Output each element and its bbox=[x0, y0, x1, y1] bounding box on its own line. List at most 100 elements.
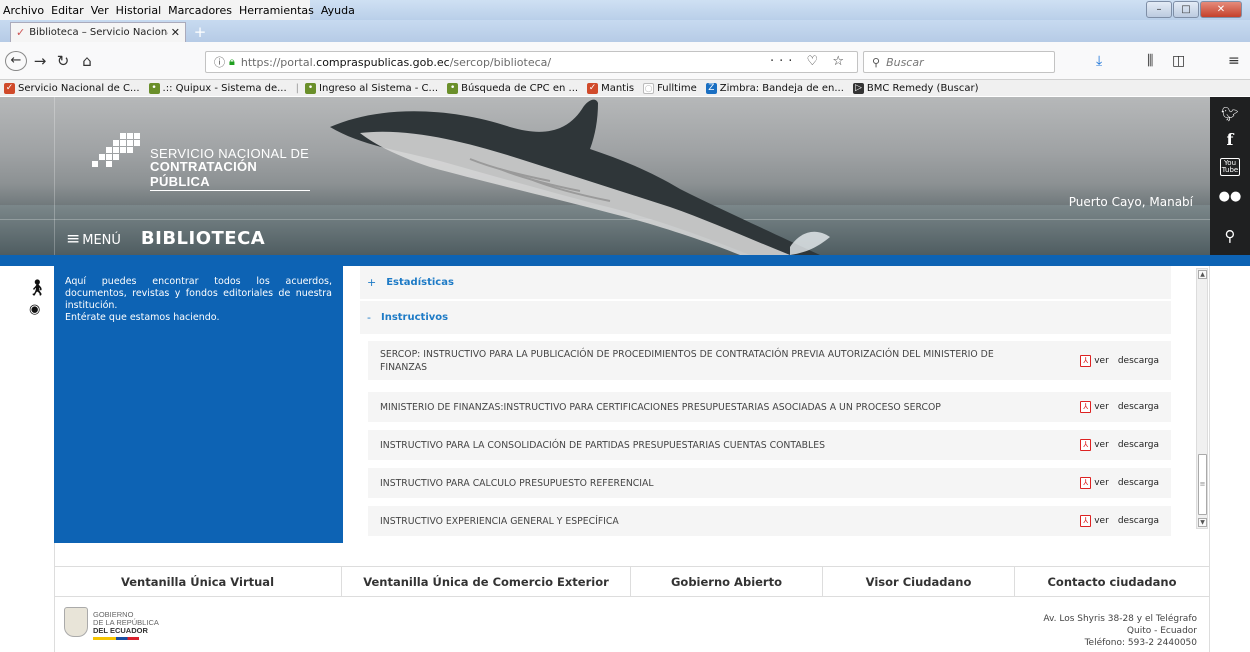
footer-link-visor-ciudadano[interactable]: Visor Ciudadano bbox=[823, 567, 1015, 596]
expand-icon: + bbox=[367, 276, 377, 289]
sercop-logo-icon bbox=[92, 133, 140, 167]
flag-stripe bbox=[93, 637, 139, 640]
twitter-icon[interactable]: 🐦︎ bbox=[1210, 107, 1250, 123]
address-line-2: Quito - Ecuador bbox=[1126, 626, 1197, 636]
search-icon: ⚲ bbox=[872, 55, 881, 69]
bookmark-favicon-icon: ✓ bbox=[587, 82, 599, 94]
view-link[interactable]: ver bbox=[1094, 356, 1109, 366]
bookmark-item[interactable]: • Ingreso al Sistema - C... bbox=[305, 82, 438, 94]
blue-divider bbox=[0, 255, 1250, 266]
document-actions: ⅄ ver descarga bbox=[1080, 515, 1159, 527]
download-link[interactable]: descarga bbox=[1118, 402, 1159, 412]
scroll-up-icon[interactable]: ▲ bbox=[1198, 270, 1207, 279]
bookmark-item[interactable]: ✓ Servicio Nacional de C... bbox=[4, 82, 140, 94]
sercop-logo[interactable]: SERVICIO NACIONAL DE CONTRATACIÓN PÚBLIC… bbox=[90, 133, 310, 191]
footer: GOBIERNO DE LA REPÚBLICA DEL ECUADOR Av.… bbox=[54, 597, 1209, 652]
menu-marcadores[interactable]: Marcadores bbox=[168, 4, 232, 17]
view-link[interactable]: ver bbox=[1094, 440, 1109, 450]
back-button[interactable]: ← bbox=[5, 51, 27, 71]
bookmark-item[interactable]: • Búsqueda de CPC en ... bbox=[447, 82, 578, 94]
menu-editar[interactable]: Editar bbox=[51, 4, 84, 17]
footer-link-contacto[interactable]: Contacto ciudadano bbox=[1015, 567, 1209, 596]
scroll-down-icon[interactable]: ▼ bbox=[1198, 518, 1207, 527]
document-row: INSTRUCTIVO PARA CALCULO PRESUPUESTO REF… bbox=[368, 468, 1171, 498]
pdf-icon: ⅄ bbox=[1080, 477, 1092, 489]
close-tab-icon[interactable]: ✕ bbox=[171, 26, 180, 39]
facebook-icon[interactable]: f bbox=[1210, 130, 1250, 149]
eye-icon[interactable]: ◉ bbox=[29, 302, 40, 317]
content-scrollbar[interactable]: ▲ ≡ ▼ bbox=[1196, 268, 1208, 529]
page-actions-icons[interactable]: ··· ♡ ☆ bbox=[770, 54, 849, 69]
download-link[interactable]: descarga bbox=[1118, 356, 1159, 366]
info-icon[interactable]: ⓘ bbox=[214, 54, 225, 70]
bookmark-favicon-icon: Z bbox=[705, 82, 717, 94]
address-line-1: Av. Los Shyris 38-28 y el Telégrafo bbox=[1043, 614, 1197, 624]
download-link[interactable]: descarga bbox=[1118, 440, 1159, 450]
photo-location: Puerto Cayo, Manabí bbox=[1068, 195, 1193, 209]
bookmark-label: BMC Remedy (Buscar) bbox=[866, 82, 979, 94]
window-controls: – □ ✕ bbox=[1146, 1, 1242, 18]
site-search-icon[interactable]: ⚲ bbox=[1210, 227, 1250, 245]
document-title: INSTRUCTIVO EXPERIENCIA GENERAL Y ESPECÍ… bbox=[380, 515, 619, 527]
url-bar[interactable]: ⓘ 🔒︎ https://portal. compraspublicas.gob.… bbox=[205, 51, 858, 73]
document-actions: ⅄ ver descarga bbox=[1080, 401, 1159, 413]
minimize-button[interactable]: – bbox=[1146, 1, 1172, 18]
menu-archivo[interactable]: Archivo bbox=[3, 4, 44, 17]
government-logo[interactable]: GOBIERNO DE LA REPÚBLICA DEL ECUADOR bbox=[64, 607, 224, 645]
forward-button[interactable]: → bbox=[32, 51, 48, 71]
accessibility-icon[interactable]: 🚶︎ bbox=[27, 278, 47, 297]
bookmark-item[interactable]: •.:: Quipux - Sistema de... bbox=[148, 82, 287, 94]
accordion-estadisticas[interactable]: + Estadísticas bbox=[360, 266, 1171, 299]
download-icon[interactable]: ⤓ bbox=[1096, 53, 1102, 69]
close-window-button[interactable]: ✕ bbox=[1200, 1, 1242, 18]
search-input[interactable]: ⚲ Buscar bbox=[863, 51, 1055, 73]
maximize-button[interactable]: □ bbox=[1173, 1, 1199, 18]
menu-historial[interactable]: Historial bbox=[116, 4, 161, 17]
bookmark-item[interactable]: ○ Fulltime bbox=[643, 82, 697, 94]
home-button[interactable]: ⌂ bbox=[78, 51, 96, 71]
download-link[interactable]: descarga bbox=[1118, 516, 1159, 526]
scroll-thumb[interactable]: ≡ bbox=[1198, 454, 1207, 515]
lock-icon: 🔒︎ bbox=[229, 55, 235, 68]
document-title: SERCOP: INSTRUCTIVO PARA LA PUBLICACIÓN … bbox=[380, 348, 994, 373]
bookmark-item[interactable]: ▷ BMC Remedy (Buscar) bbox=[852, 82, 979, 94]
browser-menubar: Archivo Editar Ver Historial Marcadores … bbox=[0, 0, 1250, 20]
new-tab-button[interactable]: + bbox=[191, 24, 209, 40]
download-link[interactable]: descarga bbox=[1118, 478, 1159, 488]
accordion-instructivos[interactable]: - Instructivos bbox=[360, 301, 1171, 334]
youtube-icon[interactable]: You Tube bbox=[1210, 158, 1250, 176]
pdf-icon: ⅄ bbox=[1080, 439, 1092, 451]
view-link[interactable]: ver bbox=[1094, 516, 1109, 526]
menu-ver[interactable]: Ver bbox=[91, 4, 109, 17]
reload-button[interactable]: ↻ bbox=[55, 51, 71, 71]
document-actions: ⅄ ver descarga bbox=[1080, 477, 1159, 489]
menu-button[interactable]: MENÚ bbox=[82, 233, 121, 248]
bookmark-favicon-icon: • bbox=[447, 82, 459, 94]
footer-link-ventanilla-virtual[interactable]: Ventanilla Única Virtual bbox=[54, 567, 342, 596]
menu-herramientas[interactable]: Herramientas bbox=[239, 4, 314, 17]
menu-ayuda[interactable]: Ayuda bbox=[321, 4, 355, 17]
bookmark-item[interactable]: Z Zimbra: Bandeja de en... bbox=[705, 82, 844, 94]
tab-biblioteca[interactable]: ✓ Biblioteca – Servicio Nacional d ✕ bbox=[10, 22, 186, 42]
menu-items: Archivo Editar Ver Historial Marcadores … bbox=[0, 0, 355, 20]
bookmark-item[interactable]: ✓ Mantis bbox=[587, 82, 634, 94]
url-host: compraspublicas.gob.ec bbox=[316, 55, 450, 69]
library-accordion: + Estadísticas - Instructivos SERCOP: IN… bbox=[360, 266, 1200, 542]
navigation-bar: ← → ↻ ⌂ ⓘ 🔒︎ https://portal. compraspubli… bbox=[0, 42, 1250, 80]
hamburger-menu-icon[interactable]: ≡ bbox=[1228, 53, 1240, 69]
library-icon[interactable]: ⫼ bbox=[1147, 53, 1153, 69]
header-guide-line bbox=[54, 97, 55, 255]
hamburger-icon[interactable]: ≡ bbox=[66, 229, 80, 249]
sidebar-icon[interactable]: ◫ bbox=[1172, 53, 1185, 69]
flickr-icon[interactable]: ●● bbox=[1210, 189, 1250, 204]
bookmarks-toolbar: ✓ Servicio Nacional de C... •.:: Quipux -… bbox=[0, 80, 1250, 96]
view-link[interactable]: ver bbox=[1094, 478, 1109, 488]
accessibility-bar: 🚶︎ ◉ bbox=[0, 266, 54, 546]
footer-link-gobierno-abierto[interactable]: Gobierno Abierto bbox=[631, 567, 823, 596]
footer-link-comercio-exterior[interactable]: Ventanilla Única de Comercio Exterior bbox=[342, 567, 631, 596]
search-placeholder: Buscar bbox=[886, 55, 924, 69]
footer-navigation: Ventanilla Única Virtual Ventanilla Únic… bbox=[54, 566, 1209, 597]
site-menu: ≡ MENÚ BIBLIOTECA bbox=[66, 228, 265, 249]
view-link[interactable]: ver bbox=[1094, 402, 1109, 412]
document-row: MINISTERIO DE FINANZAS:INSTRUCTIVO PARA … bbox=[368, 392, 1171, 422]
